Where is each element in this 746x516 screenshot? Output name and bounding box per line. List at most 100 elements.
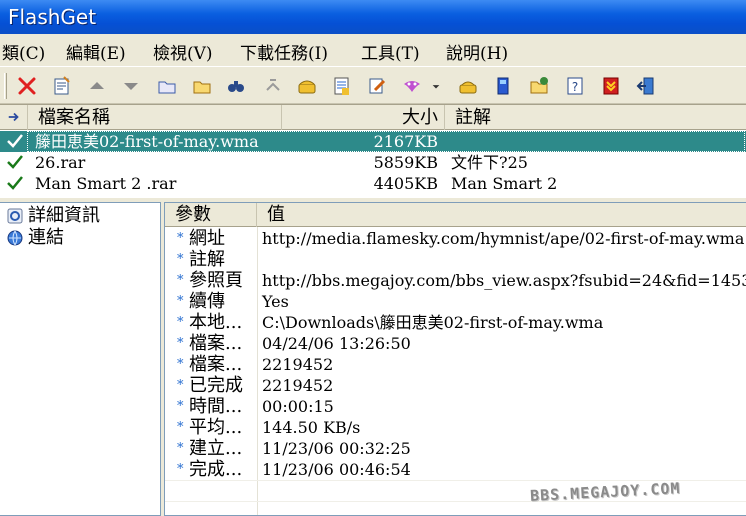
name-column-header[interactable]: 檔案名稱 — [28, 105, 282, 130]
detail-param: 續傳 — [189, 291, 225, 312]
bullet-icon: * — [177, 294, 184, 309]
file-name: 籐田恵美02-first-of-may.wma — [35, 132, 259, 151]
file-row[interactable]: 26.rar 5859KB 文件下?25 — [0, 152, 746, 173]
file-list: 檔案名稱 大小 註解 籐田恵美02-first-of-may.wma 2167K… — [0, 104, 746, 198]
detail-row[interactable]: * 註解 — [165, 249, 746, 270]
skin-icon[interactable] — [401, 75, 423, 97]
value-column-header[interactable]: 值 — [257, 203, 746, 227]
site-manager-icon[interactable] — [331, 75, 353, 97]
detail-row[interactable]: * 平均... 144.50 KB/s — [165, 417, 746, 438]
file-row[interactable]: Man Smart 2 .rar 4405KB Man Smart 2 — [0, 173, 746, 194]
detail-param: 平均... — [189, 417, 243, 438]
exit-icon[interactable] — [635, 75, 657, 97]
move-down-icon[interactable] — [120, 75, 142, 97]
detail-row[interactable]: * 已完成 2219452 — [165, 375, 746, 396]
file-row[interactable]: 籐田恵美02-first-of-may.wma 2167KB — [0, 131, 746, 152]
detail-value: 00:00:15 — [262, 397, 334, 416]
file-note: 文件下?25 — [451, 153, 528, 172]
tree-item-links[interactable]: 連結 — [6, 227, 64, 249]
detail-param: 完成... — [189, 459, 243, 480]
size-column-header[interactable]: 大小 — [282, 105, 445, 130]
detail-value: C:\Downloads\籐田恵美02-first-of-may.wma — [262, 313, 604, 332]
detail-row[interactable]: * 檔案... 2219452 — [165, 354, 746, 375]
find-icon[interactable] — [225, 75, 247, 97]
detail-row[interactable]: * 建立... 11/23/06 00:32:25 — [165, 438, 746, 459]
detail-value: Yes — [262, 292, 289, 311]
open-folder-icon[interactable] — [156, 75, 178, 97]
bullet-icon: * — [177, 273, 184, 288]
file-name: 26.rar — [35, 153, 86, 172]
completed-check-icon — [7, 134, 23, 148]
detail-row[interactable]: * 網址 http://media.flamesky.com/hymnist/ape… — [165, 228, 746, 249]
detail-value: 2219452 — [262, 376, 334, 395]
sort-arrow-icon — [8, 112, 19, 122]
window-title: FlashGet — [8, 5, 97, 29]
file-name: Man Smart 2 .rar — [35, 174, 177, 193]
menu-tools[interactable]: 工具(T) — [361, 39, 420, 64]
detail-value: 04/24/06 13:26:50 — [262, 334, 411, 353]
bullet-icon: * — [177, 420, 184, 435]
menu-edit[interactable]: 編輯(E) — [66, 39, 126, 64]
dropdown-arrow-icon[interactable] — [430, 75, 442, 97]
detail-value: http://media.flamesky.com/hymnist/ape/02… — [262, 229, 745, 248]
connect-icon[interactable] — [457, 75, 479, 97]
open-file-icon[interactable] — [191, 75, 213, 97]
menu-bar: 類(C) 編輯(E) 檢視(V) 下載任務(I) 工具(T) 說明(H) — [0, 34, 746, 66]
details-icon — [7, 208, 23, 224]
file-list-header: 檔案名稱 大小 註解 — [0, 105, 746, 130]
details-header: 參數 值 — [165, 203, 746, 227]
properties-icon[interactable] — [51, 75, 73, 97]
detail-param: 本地... — [189, 312, 243, 333]
detail-value: http://bbs.megajoy.com/bbs_view.aspx?fsu… — [262, 271, 746, 290]
menu-help[interactable]: 說明(H) — [446, 39, 508, 64]
detail-row[interactable]: * 續傳 Yes — [165, 291, 746, 312]
dial-icon[interactable] — [262, 75, 284, 97]
bullet-icon: * — [177, 231, 184, 246]
help-icon[interactable]: ? — [564, 75, 586, 97]
bullet-icon: * — [177, 315, 184, 330]
param-column-header[interactable]: 參數 — [165, 203, 257, 227]
info-tree: 詳細資訊 連結 — [0, 202, 161, 516]
detail-param: 檔案... — [189, 333, 243, 354]
file-size: 4405KB — [373, 174, 438, 193]
detail-value: 2219452 — [262, 355, 334, 374]
bullet-icon: * — [177, 462, 184, 477]
bullet-icon: * — [177, 441, 184, 456]
bullet-icon: * — [177, 357, 184, 372]
delete-icon[interactable] — [16, 75, 38, 97]
links-icon — [7, 230, 23, 246]
detail-row[interactable]: * 完成... 11/23/06 00:46:54 — [165, 459, 746, 480]
open-directory-icon[interactable] — [528, 75, 550, 97]
move-up-icon[interactable] — [86, 75, 108, 97]
detail-row[interactable]: * 本地... C:\Downloads\籐田恵美02-first-of-may.w… — [165, 312, 746, 333]
menu-category[interactable]: 類(C) — [2, 39, 45, 64]
note-column-header[interactable]: 註解 — [445, 105, 746, 130]
download-manager-icon[interactable] — [600, 75, 622, 97]
detail-param: 參照頁 — [189, 270, 243, 291]
detail-param: 網址 — [189, 228, 225, 249]
bullet-icon: * — [177, 378, 184, 393]
toolbar: ? — [0, 66, 746, 104]
detail-value: 11/23/06 00:32:25 — [262, 439, 411, 458]
detail-param: 時間... — [189, 396, 243, 417]
menu-download-tasks[interactable]: 下載任務(I) — [240, 39, 328, 64]
menu-view[interactable]: 檢視(V) — [153, 39, 213, 64]
edit-icon[interactable] — [366, 75, 388, 97]
detail-row[interactable]: * 參照頁 http://bbs.megajoy.com/bbs_view.aspx… — [165, 270, 746, 291]
phone-icon[interactable] — [296, 75, 318, 97]
tree-item-label: 詳細資訊 — [28, 205, 100, 226]
tree-item-label: 連結 — [28, 227, 64, 248]
detail-row[interactable]: * 檔案... 04/24/06 13:26:50 — [165, 333, 746, 354]
monitor-icon[interactable] — [493, 75, 515, 97]
completed-check-icon — [7, 155, 23, 169]
tree-item-details[interactable]: 詳細資訊 — [6, 205, 100, 227]
detail-param: 建立... — [189, 438, 243, 459]
detail-param: 註解 — [189, 249, 225, 270]
grid-line — [165, 501, 746, 502]
bullet-icon: * — [177, 336, 184, 351]
toolbar-grip[interactable] — [4, 73, 7, 99]
detail-row[interactable]: * 時間... 00:00:15 — [165, 396, 746, 417]
completed-check-icon — [7, 176, 23, 190]
status-column-header[interactable] — [0, 105, 28, 130]
bullet-icon: * — [177, 399, 184, 414]
